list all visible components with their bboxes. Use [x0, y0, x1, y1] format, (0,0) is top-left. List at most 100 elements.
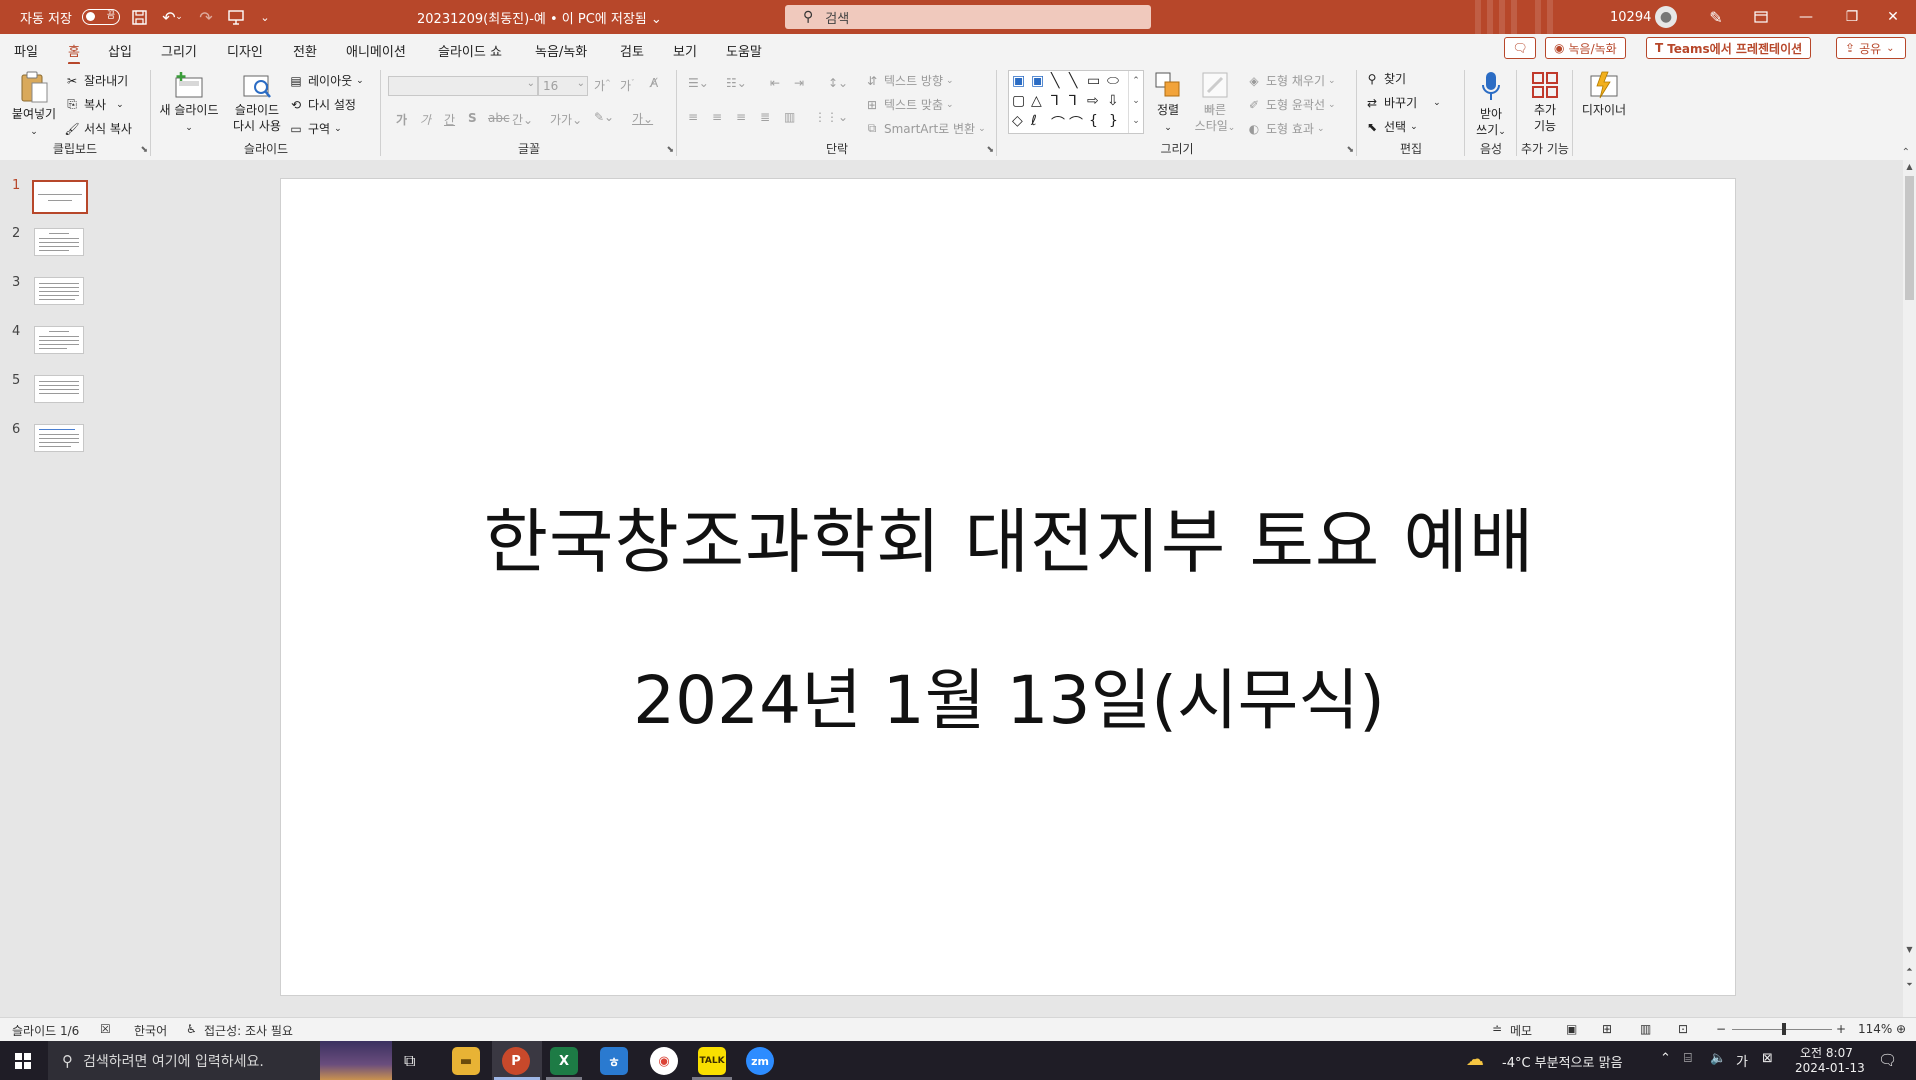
decrease-font-size-icon[interactable]: 가ˇ: [620, 77, 635, 94]
slide-subtitle[interactable]: 2024년 1월 13일(시무식): [281, 647, 1737, 743]
align-left-icon[interactable]: ≡: [688, 110, 698, 124]
weather-icon[interactable]: ☁: [1466, 1049, 1484, 1070]
pen-icon[interactable]: ✎: [1705, 7, 1727, 27]
callout-shape-icon[interactable]: ◇: [1012, 113, 1023, 129]
smartart-button[interactable]: ⧉ SmartArt로 변환 ⌄: [864, 120, 986, 137]
shape-effects-button[interactable]: ◐ 도형 효과 ⌄: [1246, 120, 1325, 137]
taskbar-search-box[interactable]: ⚲ 검색하려면 여기에 입력하세요.: [48, 1041, 392, 1080]
collapse-ribbon-icon[interactable]: ⌃: [1902, 147, 1910, 158]
tab-animations[interactable]: 애니메이션: [346, 41, 406, 60]
dialog-launcher-icon[interactable]: ⬊: [986, 145, 994, 155]
find-button[interactable]: ⚲ 찾기: [1364, 70, 1407, 87]
elbow-connector-shape-icon[interactable]: ⅂: [1051, 93, 1059, 109]
line-shape-icon[interactable]: ╲: [1051, 73, 1059, 89]
oval-shape-icon[interactable]: ⬭: [1107, 73, 1119, 89]
tab-help[interactable]: 도움말: [726, 41, 762, 60]
clear-formatting-icon[interactable]: A̸: [650, 76, 658, 90]
notes-button[interactable]: 메모: [1510, 1022, 1532, 1039]
decrease-indent-icon[interactable]: ⇤: [770, 76, 780, 90]
windows-start-button[interactable]: [0, 1041, 46, 1080]
restore-icon[interactable]: ❐: [1829, 0, 1875, 34]
slide-thumbnail-6[interactable]: [34, 424, 84, 452]
slide-thumbnail-4[interactable]: [34, 326, 84, 354]
tab-transitions[interactable]: 전환: [293, 41, 317, 60]
layout-button[interactable]: ▤ 레이아웃 ⌄: [288, 72, 363, 89]
normal-view-icon[interactable]: ▣: [1566, 1022, 1577, 1036]
highlight-icon[interactable]: ✎⌄: [594, 110, 614, 124]
tab-slideshow[interactable]: 슬라이드 쇼: [438, 41, 502, 60]
replace-button[interactable]: ⇄ 바꾸기 ⌄: [1364, 94, 1441, 111]
line-spacing-icon[interactable]: ↕⌄: [828, 76, 848, 90]
tab-home[interactable]: 홈: [68, 41, 80, 65]
network-icon[interactable]: ⌸: [1684, 1051, 1692, 1066]
ime-indicator[interactable]: 가: [1736, 1051, 1748, 1070]
bullets-icon[interactable]: ☰⌄: [688, 76, 709, 90]
scroll-down-icon[interactable]: ▼: [1904, 945, 1915, 954]
text-direction-button[interactable]: ⇵ 텍스트 방향 ⌄: [864, 72, 954, 89]
font-name-combo[interactable]: ⌄: [388, 76, 538, 96]
textbox-shape-icon[interactable]: ▣: [1012, 73, 1025, 89]
ime-mode-icon[interactable]: ⊠: [1762, 1051, 1773, 1066]
freeform-shape-icon[interactable]: ℓ: [1031, 113, 1037, 129]
shape-outline-button[interactable]: ✐ 도형 윤곽선 ⌄: [1246, 96, 1336, 113]
kakaotalk-icon[interactable]: TALK: [698, 1047, 726, 1075]
increase-indent-icon[interactable]: ⇥: [794, 76, 804, 90]
close-icon[interactable]: ✕: [1870, 0, 1916, 34]
slide-thumbnail-5[interactable]: [34, 375, 84, 403]
rounded-rectangle-shape-icon[interactable]: ▢: [1012, 93, 1025, 109]
tab-file[interactable]: 파일: [14, 41, 38, 60]
powerpoint-icon[interactable]: P: [502, 1047, 530, 1075]
weather-text[interactable]: -4°C 부분적으로 맑음: [1502, 1052, 1623, 1071]
show-hidden-icons-icon[interactable]: ⌃: [1660, 1051, 1671, 1066]
undo-dropdown-icon[interactable]: ⌄: [174, 7, 184, 27]
task-view-icon[interactable]: ⧉: [404, 1051, 415, 1071]
shape-fill-button[interactable]: ◈ 도형 채우기 ⌄: [1246, 72, 1335, 89]
tab-design[interactable]: 디자인: [227, 41, 263, 60]
record-button[interactable]: ◉ 녹음/녹화: [1545, 37, 1626, 59]
addins-button[interactable]: 추가 기능: [1518, 70, 1572, 134]
clock-date[interactable]: 2024-01-13: [1795, 1061, 1865, 1075]
file-explorer-icon[interactable]: ▬: [452, 1047, 480, 1075]
left-brace-shape-icon[interactable]: {: [1089, 113, 1098, 129]
align-text-button[interactable]: ⊞ 텍스트 맞춤 ⌄: [864, 96, 954, 113]
underline-icon[interactable]: 간: [444, 111, 455, 128]
comments-button[interactable]: 🗨: [1504, 37, 1536, 59]
zoom-in-icon[interactable]: +: [1836, 1022, 1846, 1036]
columns-icon[interactable]: ▥: [784, 110, 795, 124]
character-spacing-icon[interactable]: 간⌄: [512, 111, 533, 128]
ribbon-display-options-icon[interactable]: [1738, 0, 1784, 34]
slide-thumbnail-1[interactable]: [32, 180, 88, 214]
vertical-scrollbar[interactable]: ▲ ▼ ⏶ ⏷: [1903, 160, 1916, 1017]
align-right-icon[interactable]: ≡: [736, 110, 746, 124]
slide-canvas[interactable]: 한국창조과학회 대전지부 토요 예배 2024년 1월 13일(시무식): [280, 178, 1736, 996]
reset-button[interactable]: ⟲ 다시 설정: [288, 96, 356, 113]
spell-check-icon[interactable]: ☒: [100, 1022, 111, 1036]
right-arrow-shape-icon[interactable]: ⇨: [1087, 93, 1099, 109]
italic-icon[interactable]: 가: [420, 111, 431, 128]
font-color-icon[interactable]: 가⌄: [632, 110, 653, 127]
speaker-muted-icon[interactable]: 🔈: [1710, 1051, 1726, 1066]
autosave-toggle[interactable]: 끔: [81, 9, 120, 25]
bold-icon[interactable]: 가: [396, 111, 407, 128]
shapes-gallery[interactable]: ▣ ▣ ╲ ╲ ▭ ⬭ ▢ △ ⅂ ⅂ ⇨ ⇩ ◇ ℓ ⌒ ⌒ { } ⌃ ⌄ ⌄: [1008, 70, 1144, 134]
next-slide-icon[interactable]: ⏷: [1904, 980, 1915, 990]
section-button[interactable]: ▭ 구역 ⌄: [288, 120, 341, 137]
justify-icon[interactable]: ≣: [760, 110, 770, 124]
font-size-combo[interactable]: 16 ⌄: [538, 76, 588, 96]
elbow-arrow-shape-icon[interactable]: ⅂: [1069, 93, 1077, 109]
notification-icon[interactable]: 🗨: [1878, 1051, 1897, 1069]
right-brace-shape-icon[interactable]: }: [1109, 113, 1118, 129]
gallery-scroll-icon[interactable]: ⌃ ⌄ ⌄: [1128, 71, 1143, 133]
tab-view[interactable]: 보기: [673, 41, 697, 60]
quick-styles-button[interactable]: 빠른 스타일⌄: [1190, 70, 1240, 136]
dialog-launcher-icon[interactable]: ⬊: [1346, 145, 1354, 155]
language-indicator[interactable]: 한국어: [134, 1022, 167, 1039]
text-shadow-icon[interactable]: S: [468, 111, 477, 125]
paste-button[interactable]: 붙여넣기 ⌄: [8, 70, 60, 140]
strikethrough-icon[interactable]: abc: [488, 111, 510, 125]
copy-button[interactable]: ⎘ 복사 ⌄: [64, 96, 123, 113]
reading-view-icon[interactable]: ▥: [1640, 1022, 1651, 1036]
customize-qat-icon[interactable]: ⌄: [254, 7, 276, 27]
chrome-icon[interactable]: ◉: [650, 1047, 678, 1075]
search-box[interactable]: ⚲ 검색: [785, 5, 1151, 29]
